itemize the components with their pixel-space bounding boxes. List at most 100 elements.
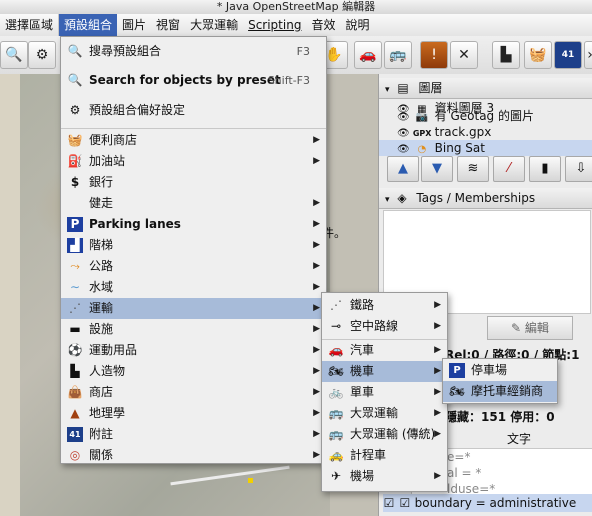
enabled-checkbox[interactable]: ☑ [383,494,395,512]
bus-icon: 🚌 [328,427,344,441]
transport-aerialway[interactable]: ⊸ 空中路線 ▶ [322,316,447,337]
factory-icon: ▙ [70,364,80,378]
menu-scripting[interactable]: Scripting [243,14,306,36]
preset-man-made[interactable]: ▙ 人造物 ▶ [61,361,326,382]
relation-icon: ◎ [69,448,81,462]
menu-public-transport[interactable]: 大眾運輸 [185,14,243,36]
motorcycle-submenu: P 停車場 🏍 摩托車經銷商 [442,358,558,404]
motorcycle-parking[interactable]: P 停車場 [443,360,557,381]
preset-steps[interactable]: ▟ 階梯 ▶ [61,235,326,256]
industrial-icon[interactable]: ▙ [492,41,520,69]
tags-title: Tags / Memberships [416,191,536,205]
transport-public-legacy[interactable]: 🚌 大眾運輸 (傳統) ▶ [322,424,447,445]
rail-icon: ⋰ [69,301,81,315]
preset-shops[interactable]: 👜 商店 ▶ [61,382,326,403]
menu-audio[interactable]: 音效 [306,14,340,36]
preset-facilities[interactable]: ▬ 設施 ▶ [61,319,326,340]
preset-relations[interactable]: ◎ 關係 ▶ [61,445,326,466]
zoom-icon[interactable]: 🔍 [0,41,28,69]
layer-row[interactable]: 👁 📷 有 Geotag 的圖片 [379,108,592,124]
transport-car[interactable]: 🚗 汽車 ▶ [322,340,447,361]
merge-layer-icon[interactable]: ≋ [457,156,489,182]
motorcycle-dealer[interactable]: 🏍 摩托車經銷商 [443,381,557,402]
shopping-bag-icon: 👜 [67,385,83,399]
move-up-icon[interactable]: ▲ [387,156,419,182]
transport-public[interactable]: 🚌 大眾運輸 ▶ [322,403,447,424]
fuel-icon: ⛽ [67,154,83,168]
mountain-icon: ▲ [70,406,80,420]
window-title: * Java OpenStreetMap 編輯器 [216,0,376,13]
bicycle-icon: 🚲 [328,385,344,399]
dollar-icon: $ [70,175,80,189]
layer-label: track.gpx [434,125,492,139]
edit-icon: ✎ [511,321,525,335]
preset-highway[interactable]: ⤳ 公路 ▶ [61,256,326,277]
taxi-icon: 🚕 [328,448,344,462]
preset-convenience-store[interactable]: 🧺 便利商店 ▶ [61,130,326,151]
menu-presets[interactable]: 預設組合 [58,14,118,36]
layer-label: 有 Geotag 的圖片 [434,109,534,123]
menu-windows[interactable]: 視窗 [151,14,185,36]
filter-row-selected[interactable]: ☑ ☑ boundary = administrative [383,494,592,512]
node-marker[interactable] [248,478,253,483]
menu-separator [61,128,326,129]
edit-label: 編輯 [524,321,549,335]
warning-icon[interactable]: ! [420,41,448,69]
preset-gas-station[interactable]: ⛽ 加油站 ▶ [61,151,326,172]
filter-text: boundary = administrative [414,496,577,510]
preset-sports[interactable]: ⚽ 運動用品 ▶ [61,340,326,361]
layer-row-selected[interactable]: 👁 ◔ Bing Sat [379,140,592,156]
bed-icon: ▬ [69,322,81,336]
preset-transport[interactable]: ⋰ 運輸 ▶ [61,298,326,319]
layers-panel-header[interactable]: ▾ ▤ 圖層 [379,78,592,99]
layer-row[interactable]: 👁 GPX track.gpx [379,124,592,140]
activate-layer-icon[interactable]: ▮ [529,156,561,182]
preferences-icon[interactable]: ⚙ [28,41,56,69]
layers-title: 圖層 [418,81,443,95]
motorcycle-parking-icon: P [449,363,465,378]
preset-waterway[interactable]: ∼ 水域 ▶ [61,277,326,298]
menu-images[interactable]: 圖片 [117,14,151,36]
transport-taxi[interactable]: 🚕 計程車 [322,445,447,466]
hide-checkbox[interactable]: ☑ [399,494,411,512]
transport-bicycle[interactable]: 🚲 單車 ▶ [322,382,447,403]
preset-preferences-icon: ⚙ [69,103,81,117]
tag-icon: ◈ [397,191,407,205]
transport-railway[interactable]: ⋰ 鐵路 ▶ [322,295,447,316]
preset-geography[interactable]: ▲ 地理學 ▶ [61,403,326,424]
preset-hiking[interactable]: 健走 ▶ [61,193,326,214]
menu-select-area[interactable]: 選擇區域 [0,14,58,36]
bus-icon[interactable]: 🚌 [384,41,412,69]
preset-annotation[interactable]: 41 附註 ▶ [61,424,326,445]
transport-motorcycle[interactable]: 🏍 機車 ▶ [322,361,447,382]
transport-airport[interactable]: ✈ 機場 ▶ [322,466,447,487]
motorcycle-icon: 🏍 [449,384,465,398]
tags-panel-header[interactable]: ▾ ◈ Tags / Memberships [379,188,592,209]
collapse-icon[interactable]: ▾ [385,195,390,205]
address-icon[interactable]: 41 [554,41,582,69]
steps-icon: ▟ [67,238,83,253]
search-preset-icon: 🔍 [67,44,83,58]
road-icon: ⤳ [70,259,80,273]
move-down-icon[interactable]: ▼ [421,156,453,182]
search-preset-item[interactable]: 🔍 搜尋預設組合 F3 [61,41,326,62]
preset-preferences-item[interactable]: ⚙ 預設組合偏好設定 [61,100,326,121]
water-icon: ∼ [69,280,81,294]
menu-help[interactable]: 說明 [340,14,374,36]
car-icon[interactable]: 🚗 [354,41,382,69]
search-objects-by-preset-item[interactable]: 🔍 Search for objects by preset Shift-F3 [61,70,326,91]
restaurant-icon[interactable]: ✕ [450,41,478,69]
basket-icon: 🧺 [67,133,83,147]
edit-button[interactable]: ✎ 編輯 [487,316,573,340]
delete-layer-icon[interactable]: ⁄ [493,156,525,182]
rail-icon: ⋰ [330,298,342,312]
collapse-icon[interactable]: ▾ [385,85,390,95]
preset-parking-lanes[interactable]: P Parking lanes ▶ [61,214,326,235]
layer-more-icon[interactable]: ⇩ [565,156,592,182]
window-title-bar: * Java OpenStreetMap 編輯器 [0,0,592,14]
airplane-icon: ✈ [330,469,342,483]
preset-bank[interactable]: $ 銀行 [61,172,326,193]
toolbar-more-icon[interactable]: › [584,41,592,69]
filter-stats: 隱藏：151 停用：0 [445,410,555,424]
shopping-basket-icon[interactable]: 🧺 [524,41,552,69]
